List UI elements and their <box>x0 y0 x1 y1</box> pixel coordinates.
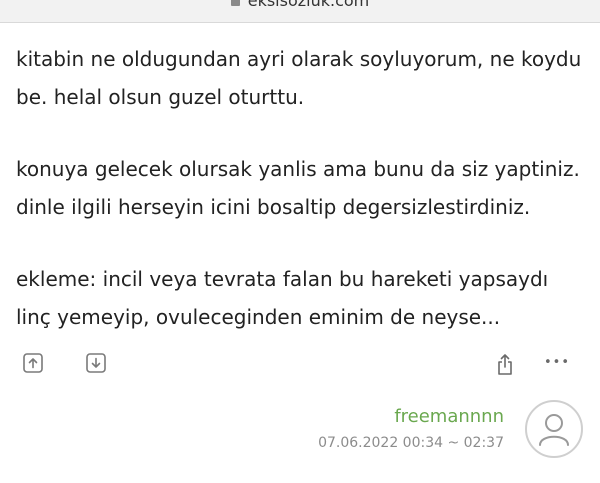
user-avatar-icon <box>539 414 569 446</box>
entry-paragraph: konuya gelecek olursak yanlis ama bunu d… <box>16 157 580 219</box>
entry-author-info: freemannnn 07.06.2022 00:34 ~ 02:37 <box>318 405 504 451</box>
arrow-up-icon <box>23 353 43 373</box>
avatar[interactable] <box>525 400 583 458</box>
downvote-button[interactable] <box>85 352 107 374</box>
entry-content: kitabin ne oldugundan ayri olarak soyluy… <box>16 40 586 336</box>
address-bar[interactable]: eksisozluk.com <box>0 0 600 23</box>
url-display[interactable]: eksisozluk.com <box>0 0 600 10</box>
lock-icon <box>230 0 240 6</box>
url-text: eksisozluk.com <box>247 0 370 10</box>
author-nick-link[interactable]: freemannnn <box>318 405 504 429</box>
share-icon <box>498 354 512 375</box>
share-button[interactable] <box>494 353 516 375</box>
more-options-button[interactable]: ••• <box>544 355 569 377</box>
entry-paragraph: kitabin ne oldugundan ayri olarak soyluy… <box>16 47 582 109</box>
upvote-button[interactable] <box>22 352 44 374</box>
entry-date-link[interactable]: 07.06.2022 00:34 ~ 02:37 <box>318 435 504 451</box>
arrow-down-icon <box>86 353 106 373</box>
entry-actions: ••• <box>0 350 600 380</box>
entry-paragraph: ekleme: incil veya tevrata falan bu hare… <box>16 267 549 329</box>
